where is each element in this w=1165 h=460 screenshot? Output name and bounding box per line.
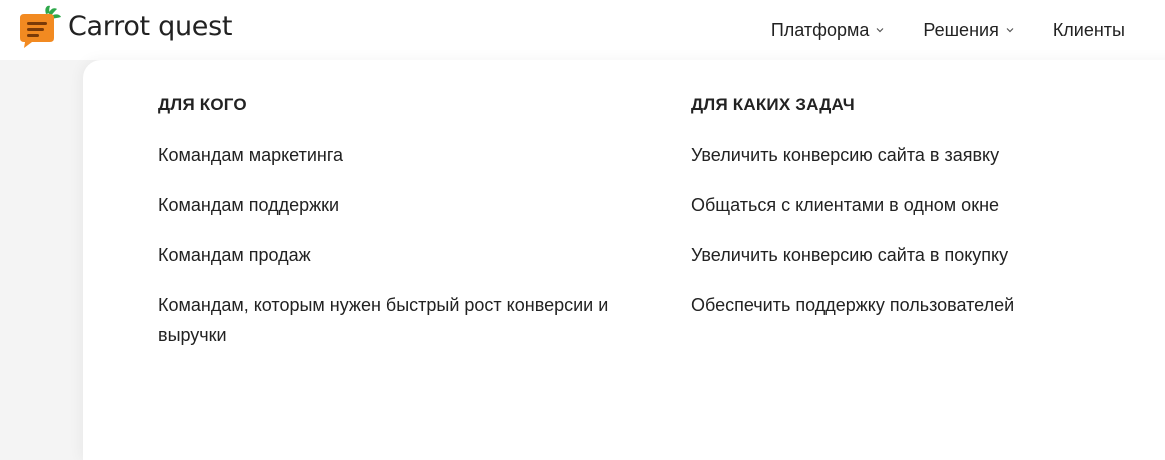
main-nav: Платформа Решения Клиенты — [771, 18, 1125, 42]
dropdown-link-growth[interactable]: Командам, которым нужен быстрый рост кон… — [158, 290, 618, 350]
nav-item-clients[interactable]: Клиенты — [1053, 20, 1125, 41]
for-tasks-column: ДЛЯ КАКИХ ЗАДАЧ Увеличить конверсию сайт… — [691, 94, 1161, 340]
chevron-down-icon — [875, 25, 885, 35]
carrot-chat-icon — [20, 5, 61, 48]
dropdown-link-conversion-purchase[interactable]: Увеличить конверсию сайта в покупку — [691, 240, 1161, 270]
logo-text: Carrot quest — [68, 10, 233, 42]
dropdown-link-one-window[interactable]: Общаться с клиентами в одном окне — [691, 190, 1161, 220]
site-header: Carrot quest Платформа Решения Клиенты — [0, 0, 1165, 60]
dropdown-link-marketing[interactable]: Командам маркетинга — [158, 140, 618, 170]
nav-item-solutions[interactable]: Решения — [923, 20, 1014, 41]
solutions-dropdown-panel: ДЛЯ КОГО Командам маркетинга Командам по… — [83, 60, 1165, 460]
dropdown-link-conversion-lead[interactable]: Увеличить конверсию сайта в заявку — [691, 140, 1161, 170]
dropdown-link-sales[interactable]: Командам продаж — [158, 240, 618, 270]
nav-item-label: Клиенты — [1052, 19, 1125, 40]
dropdown-link-support[interactable]: Командам поддержки — [158, 190, 618, 220]
chevron-down-icon — [1005, 25, 1015, 35]
nav-item-platform[interactable]: Платформа — [771, 20, 886, 41]
column-title: ДЛЯ КОГО — [158, 95, 247, 114]
nav-item-label: Платформа — [770, 19, 870, 40]
link-list: Увеличить конверсию сайта в заявку Общат… — [691, 140, 1161, 320]
link-list: Командам маркетинга Командам поддержки К… — [158, 140, 618, 350]
dropdown-link-user-support[interactable]: Обеспечить поддержку пользователей — [691, 290, 1161, 320]
for-whom-column: ДЛЯ КОГО Командам маркетинга Командам по… — [158, 94, 618, 370]
nav-item-label: Решения — [923, 19, 999, 40]
column-title: ДЛЯ КАКИХ ЗАДАЧ — [691, 95, 855, 114]
logo-link[interactable]: Carrot quest — [16, 4, 232, 48]
